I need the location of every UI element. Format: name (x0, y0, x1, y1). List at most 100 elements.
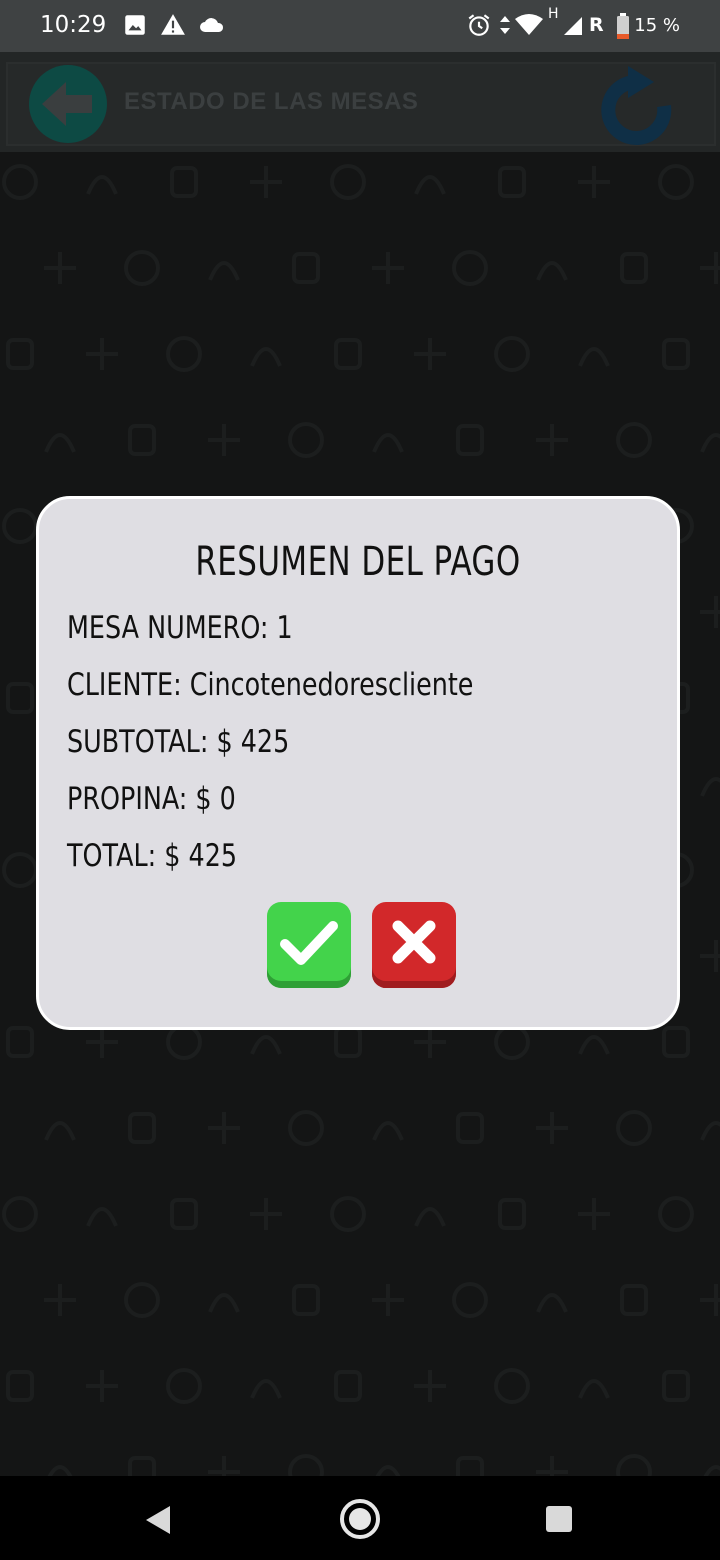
network-type: H (548, 6, 559, 22)
doodle-shape (536, 1293, 568, 1313)
doodle-shape (250, 1379, 282, 1399)
client-text: CLIENTE: Cincotenedorescliente (67, 667, 474, 703)
doodle-shape (616, 1110, 652, 1146)
doodle-shape (494, 336, 530, 372)
doodle-shape (658, 1196, 694, 1232)
doodle-shape (166, 1024, 202, 1060)
recents-square-icon (546, 1506, 572, 1532)
doodle-shape (128, 424, 156, 456)
network-label: R (589, 14, 604, 36)
doodle-shape (414, 175, 446, 195)
doodle-shape (700, 596, 720, 628)
doodle-shape (414, 1026, 446, 1058)
doodle-shape (208, 1112, 240, 1144)
doodle-shape (658, 164, 694, 200)
doodle-shape (620, 252, 648, 284)
doodle-shape (536, 1456, 568, 1476)
nav-back-button[interactable] (140, 1502, 176, 1538)
doodle-shape (6, 1026, 34, 1058)
doodle-shape (494, 1024, 530, 1060)
doodle-shape (86, 338, 118, 370)
doodle-shape (372, 433, 404, 453)
doodle-shape (456, 424, 484, 456)
doodle-shape (334, 1370, 362, 1402)
doodle-shape (536, 261, 568, 281)
doodle-shape (170, 166, 198, 198)
checkmark-icon (280, 921, 338, 965)
doodle-shape (620, 1284, 648, 1316)
doodle-shape (208, 424, 240, 456)
app-bar-title: ESTADO DE LAS MESAS (124, 88, 419, 115)
doodle-shape (536, 424, 568, 456)
doodle-shape (536, 1112, 568, 1144)
doodle-shape (372, 252, 404, 284)
doodle-shape (498, 1198, 526, 1230)
cancel-button[interactable] (372, 902, 456, 988)
doodle-shape (700, 433, 720, 453)
confirm-button[interactable] (267, 902, 351, 988)
doodle-shape (86, 1207, 118, 1227)
signal-icon (562, 12, 590, 40)
doodle-shape (700, 777, 720, 797)
status-bar: 10:29 H R 15 % (0, 0, 720, 52)
doodle-shape (166, 336, 202, 372)
doodle-shape (616, 1454, 652, 1476)
doodle-shape (288, 1110, 324, 1146)
doodle-shape (6, 682, 34, 714)
status-time: 10:29 (40, 12, 107, 38)
battery-percent: 15 % (634, 15, 680, 36)
doodle-shape (208, 261, 240, 281)
data-arrows-icon (498, 12, 514, 40)
doodle-shape (578, 166, 610, 198)
doodle-shape (375, 1465, 401, 1476)
nav-home-button[interactable] (338, 1497, 382, 1541)
doodle-shape (170, 1198, 198, 1230)
doodle-shape (414, 1207, 446, 1227)
doodle-shape (292, 252, 320, 284)
total-text: TOTAL: $ 425 (67, 838, 238, 874)
battery-icon (616, 12, 630, 40)
doodle-shape (494, 1368, 530, 1404)
doodle-shape (124, 1282, 160, 1318)
doodle-shape (703, 1465, 720, 1476)
refresh-button[interactable] (598, 62, 676, 146)
doodle-shape (250, 166, 282, 198)
doodle-shape (662, 1370, 690, 1402)
navigation-bar (0, 1476, 720, 1560)
doodle-shape (86, 1026, 118, 1058)
doodle-shape (208, 1293, 240, 1313)
doodle-shape (250, 1035, 282, 1055)
cloud-icon (198, 12, 226, 40)
dialog-title: RESUMEN DEL PAGO (195, 539, 521, 585)
doodle-shape (2, 852, 38, 888)
doodle-shape (6, 338, 34, 370)
doodle-shape (498, 166, 526, 198)
alarm-icon (466, 12, 494, 40)
doodle-shape (700, 252, 720, 284)
doodle-shape (250, 1198, 282, 1230)
back-button[interactable] (28, 64, 108, 144)
nav-recents-button[interactable] (544, 1504, 574, 1534)
doodle-shape (2, 1196, 38, 1232)
close-icon (392, 920, 436, 964)
doodle-shape (330, 164, 366, 200)
doodle-shape (452, 250, 488, 286)
doodle-shape (2, 508, 38, 544)
home-circle-icon (340, 1499, 380, 1539)
doodle-shape (44, 1121, 76, 1141)
doodle-shape (47, 1465, 73, 1476)
doodle-shape (452, 1282, 488, 1318)
doodle-shape (44, 433, 76, 453)
doodle-shape (44, 252, 76, 284)
doodle-shape (662, 338, 690, 370)
doodle-shape (250, 347, 282, 367)
warning-icon (160, 12, 188, 40)
doodle-shape (700, 940, 720, 972)
doodle-shape (578, 1198, 610, 1230)
doodle-shape (128, 1456, 156, 1476)
doodle-shape (2, 164, 38, 200)
doodle-shape (288, 422, 324, 458)
doodle-shape (292, 1284, 320, 1316)
doodle-shape (578, 347, 610, 367)
doodle-shape (372, 1121, 404, 1141)
